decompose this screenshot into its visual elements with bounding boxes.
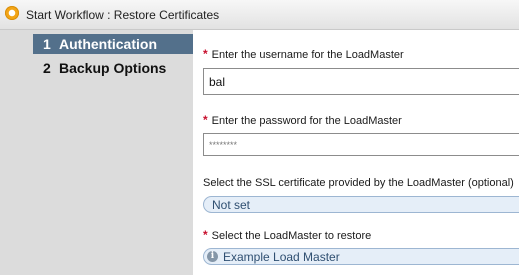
workflow-icon: [5, 6, 19, 20]
nav-step-number: 1: [43, 36, 51, 52]
nav-step-authentication[interactable]: 1 Authentication: [33, 34, 193, 54]
ssl-certificate-value: Not set: [212, 198, 251, 212]
nav-step-number: 2: [43, 60, 51, 76]
ssl-certificate-label: Select the SSL certificate provided by t…: [203, 177, 514, 189]
required-marker: *: [203, 113, 208, 127]
loadmaster-label-text: Select the LoadMaster to restore: [211, 230, 372, 242]
loadmaster-label: * Select the LoadMaster to restore: [203, 228, 371, 242]
info-icon: i: [207, 251, 218, 262]
nav-step-label: Backup Options: [59, 60, 167, 76]
nav-step-label: Authentication: [59, 36, 157, 52]
wizard-steps-sidebar: 1 Authentication 2 Backup Options: [0, 30, 193, 275]
form-panel: * Enter the username for the LoadMaster b…: [193, 30, 519, 275]
password-label: * Enter the password for the LoadMaster: [203, 113, 402, 127]
window-titlebar: Start Workflow : Restore Certificates: [0, 0, 519, 30]
required-marker: *: [203, 47, 208, 61]
ssl-certificate-select[interactable]: Not set: [203, 196, 519, 213]
loadmaster-select[interactable]: i Example Load Master: [203, 248, 519, 265]
password-value: ********: [209, 140, 238, 150]
password-label-text: Enter the password for the LoadMaster: [211, 115, 402, 127]
username-label-text: Enter the username for the LoadMaster: [211, 49, 404, 61]
nav-step-backup-options[interactable]: 2 Backup Options: [33, 58, 193, 78]
username-value: bal: [209, 75, 226, 89]
username-field[interactable]: bal: [203, 68, 519, 95]
username-label: * Enter the username for the LoadMaster: [203, 47, 404, 61]
loadmaster-value: Example Load Master: [223, 250, 340, 264]
window-title: Start Workflow : Restore Certificates: [26, 8, 220, 22]
password-field[interactable]: ********: [203, 133, 519, 156]
required-marker: *: [203, 228, 208, 242]
